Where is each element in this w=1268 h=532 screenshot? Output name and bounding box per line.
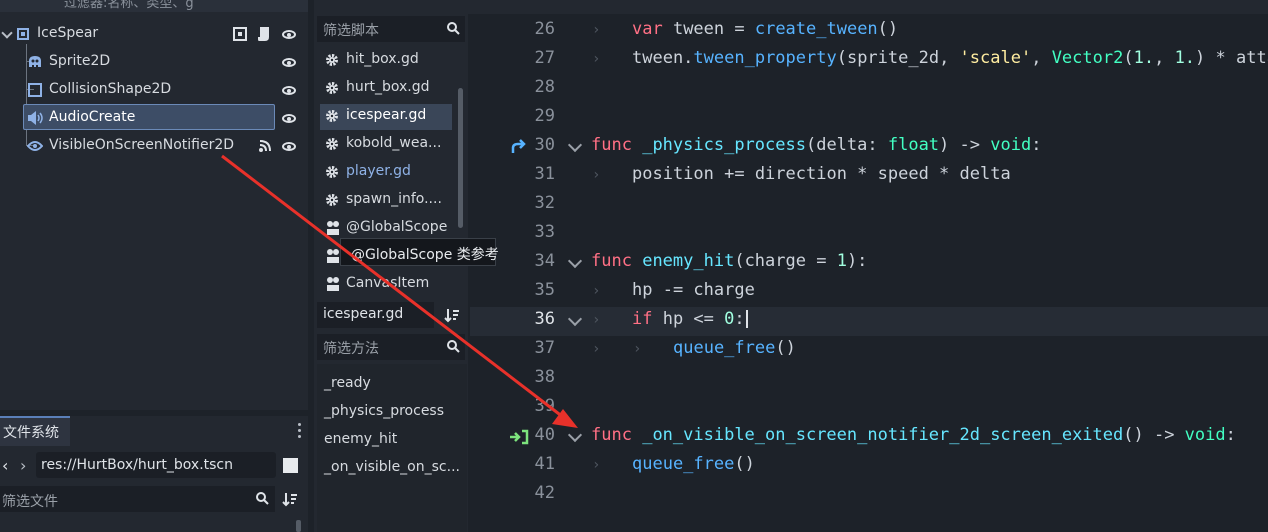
annotation-arrow — [221, 154, 578, 428]
